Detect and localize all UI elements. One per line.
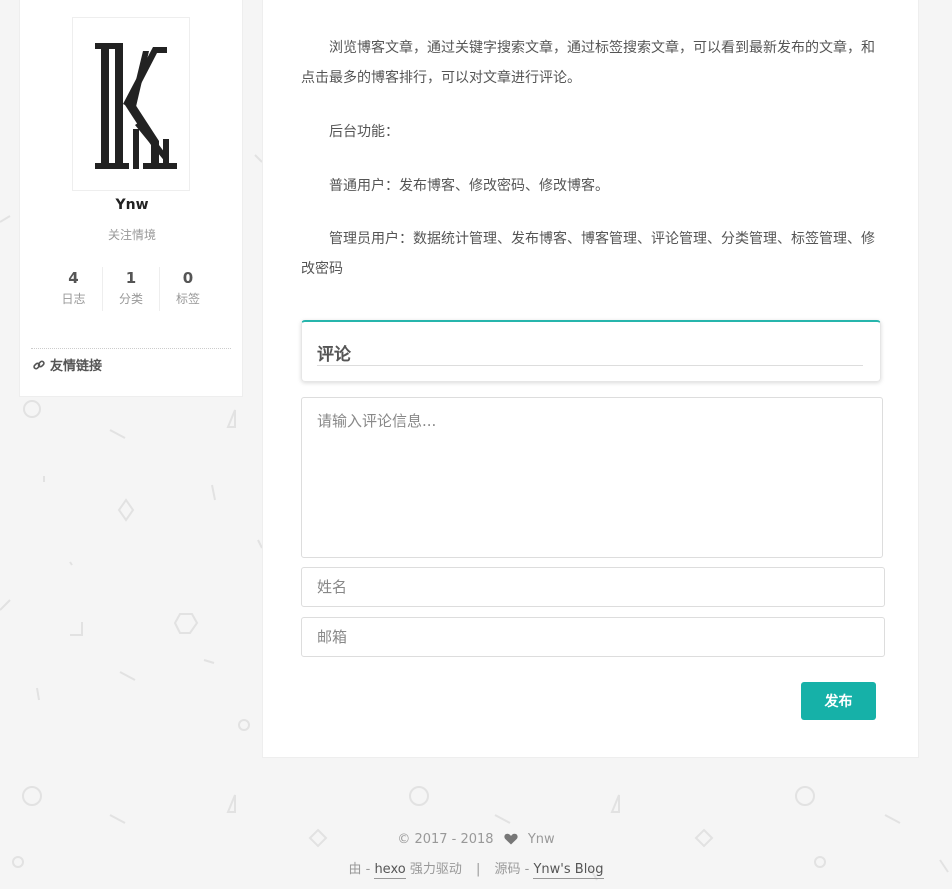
- source-prefix: 源码 -: [494, 862, 534, 877]
- stat-posts[interactable]: 4 日志: [45, 267, 102, 311]
- footer-powered: 由 - hexo 强力驱动 | 源码 - Ynw's Blog: [0, 858, 952, 879]
- links-divider: [31, 348, 231, 349]
- powered-prefix: 由 -: [348, 862, 375, 877]
- site-stats: 4 日志 1 分类 0 标签: [45, 267, 217, 311]
- stat-label: 分类: [118, 292, 143, 306]
- post-paragraph: 普通用户：发布博客、修改密码、修改博客。: [329, 178, 609, 194]
- post-content: 浏览博客文章，通过关键字搜索文章，通过标签搜索文章，可以看到最新发布的文章，和点…: [262, 0, 919, 758]
- stat-tags[interactable]: 0 标签: [159, 267, 216, 311]
- copyright-text: © 2017 - 2018: [397, 832, 494, 847]
- footer-author: Ynw: [527, 832, 555, 847]
- stat-categories[interactable]: 1 分类: [102, 267, 159, 311]
- stat-count: 4: [68, 269, 79, 287]
- email-input[interactable]: [301, 617, 885, 657]
- submit-comment-button[interactable]: 发布: [801, 682, 876, 720]
- hexo-link[interactable]: hexo: [374, 862, 406, 879]
- source-link[interactable]: Ynw's Blog: [533, 862, 604, 879]
- post-paragraph: 后台功能：: [329, 124, 399, 140]
- comment-header: 评论: [301, 320, 881, 382]
- stat-label: 日志: [61, 292, 86, 306]
- author-name: Ynw: [115, 197, 149, 213]
- footer-copyright: © 2017 - 2018 Ynw: [0, 832, 952, 847]
- stat-label: 标签: [175, 292, 200, 306]
- post-paragraph: 管理员用户：数据统计管理、发布博客、博客管理、评论管理、分类管理、标签管理、修改…: [301, 231, 875, 277]
- sidebar: Ynw 关注情境 4 日志 1 分类 0 标签 友情链接: [19, 0, 243, 397]
- post-paragraph: 浏览博客文章，通过关键字搜索文章，通过标签搜索文章，可以看到最新发布的文章，和点…: [301, 40, 875, 86]
- heart-icon: [504, 833, 518, 845]
- footer-separator: |: [475, 862, 481, 877]
- powered-suffix: 强力驱动: [405, 862, 462, 877]
- link-icon: [33, 359, 45, 370]
- friend-links-title[interactable]: 友情链接: [33, 355, 102, 374]
- stat-count: 1: [125, 269, 137, 287]
- comment-title: 评论: [317, 340, 863, 366]
- author-description: 关注情境: [107, 228, 156, 242]
- friend-links-label: 友情链接: [50, 359, 103, 374]
- stat-count: 0: [182, 269, 194, 287]
- comment-textarea[interactable]: [301, 397, 883, 558]
- avatar: [72, 17, 190, 191]
- site-logo-icon: [95, 43, 177, 169]
- name-input[interactable]: [301, 567, 885, 607]
